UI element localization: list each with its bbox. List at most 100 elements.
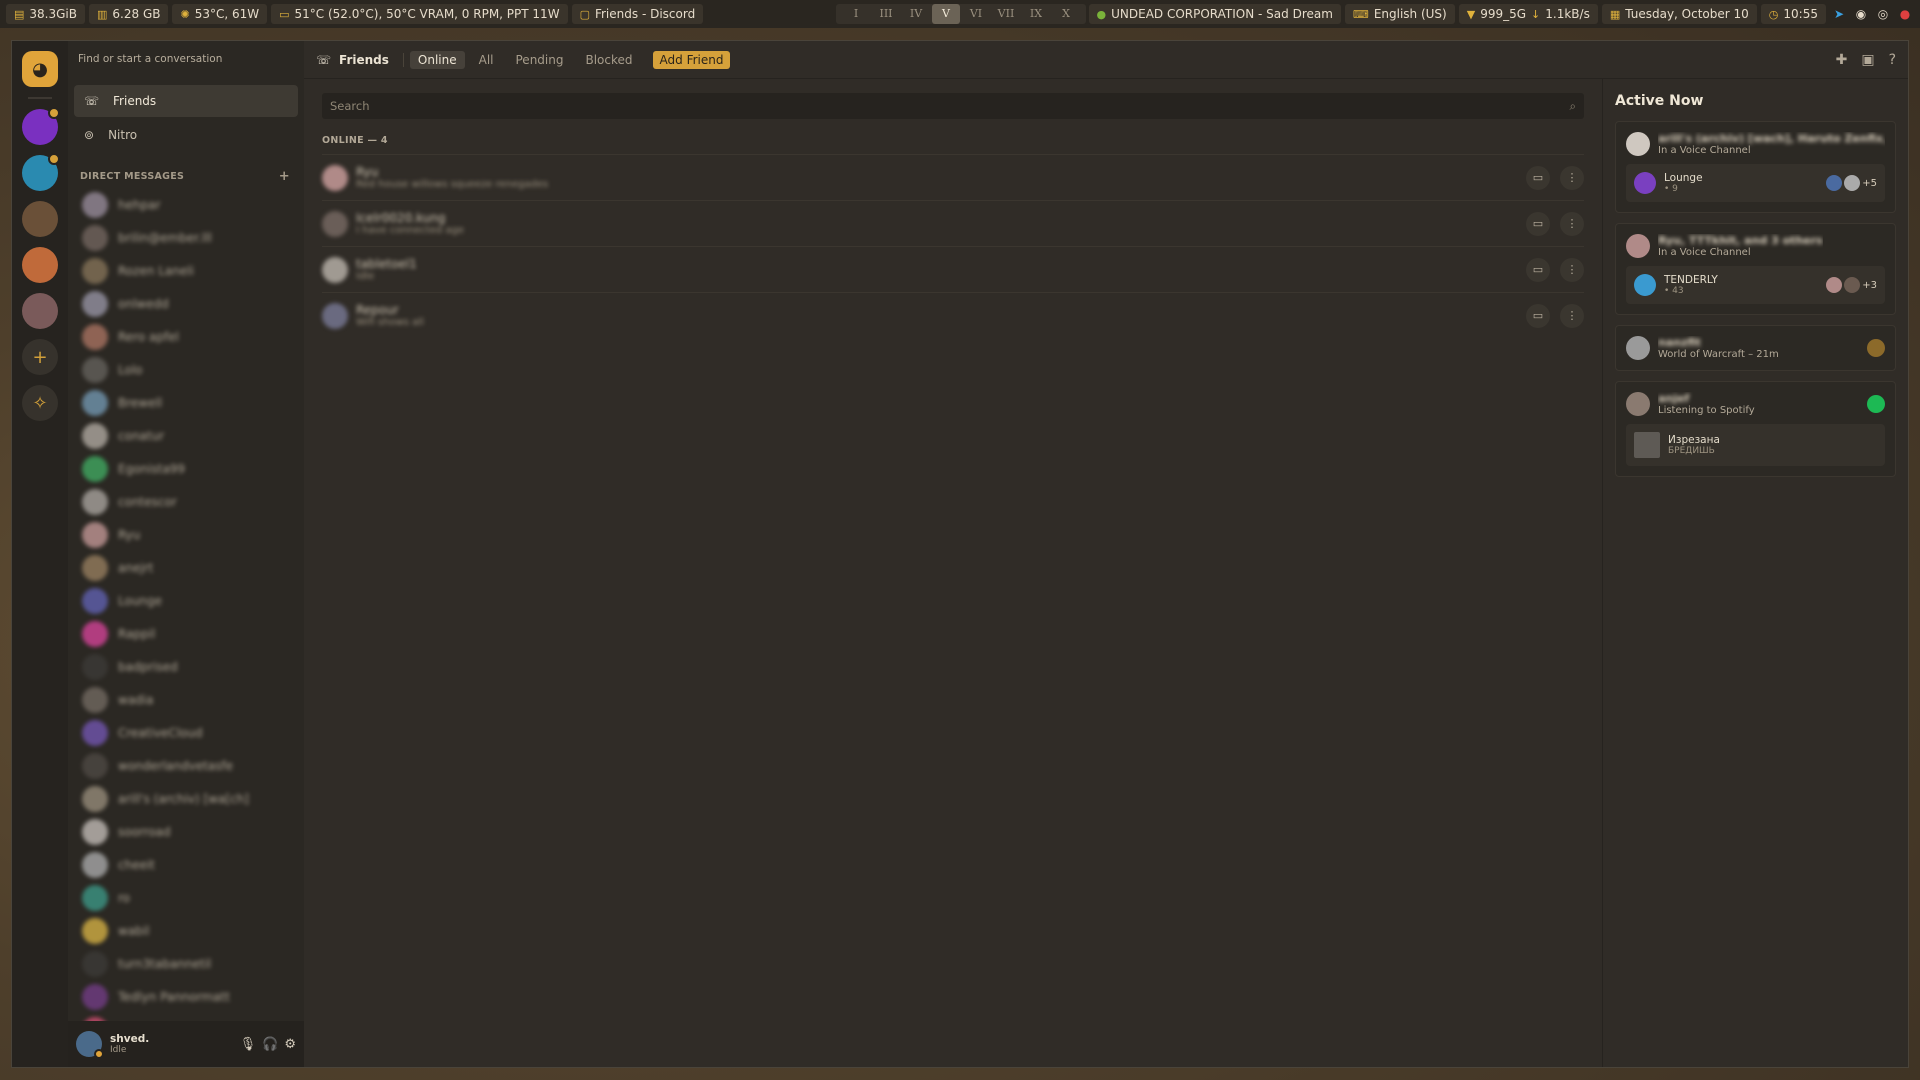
dm-list-item[interactable]: conatur: [74, 419, 298, 452]
message-icon[interactable]: ▭: [1526, 303, 1550, 328]
message-icon[interactable]: ▭: [1526, 211, 1550, 236]
server-folder-icon[interactable]: [22, 293, 58, 329]
dm-list-item[interactable]: CreativeCloud: [74, 716, 298, 749]
settings-gear-icon[interactable]: ⚙: [284, 1037, 296, 1052]
explore-servers-icon[interactable]: ✧: [22, 385, 58, 421]
more-options-icon[interactable]: ⋮: [1560, 165, 1584, 190]
activity-card[interactable]: arill's (archiv) [wach], Haruto Zenfix, …: [1615, 121, 1896, 213]
world-of-warcraft-icon: [1867, 339, 1885, 357]
activity-card[interactable]: nanzfit World of Warcraft – 21m: [1615, 325, 1896, 371]
microphone-icon[interactable]: 🎙: [240, 1037, 257, 1052]
workspace-button[interactable]: IV: [902, 4, 930, 24]
dm-list-item[interactable]: anejrt: [74, 551, 298, 584]
friends-search[interactable]: Search ⌕: [322, 93, 1584, 119]
dm-list-item[interactable]: Thenard000: [74, 1013, 298, 1021]
dm-list-item[interactable]: Egonista99: [74, 452, 298, 485]
create-dm-icon[interactable]: +: [279, 169, 290, 184]
tab-all[interactable]: All: [471, 51, 502, 69]
dm-list-item[interactable]: arill's (archiv) [wa[ch]: [74, 782, 298, 815]
workspace-button[interactable]: III: [872, 4, 900, 24]
conversation-search[interactable]: Find or start a conversation: [68, 41, 304, 79]
help-icon[interactable]: ?: [1889, 52, 1896, 68]
avatar[interactable]: [76, 1031, 104, 1059]
workspace-button-active[interactable]: V: [932, 4, 960, 24]
voice-channel[interactable]: Lounge • 9 +5: [1626, 164, 1885, 202]
server-icon[interactable]: [22, 247, 58, 283]
add-friend-button[interactable]: Add Friend: [652, 50, 731, 69]
keyboard-layout[interactable]: ⌨ English (US): [1344, 4, 1455, 24]
discord-tray-icon[interactable]: ◉: [1852, 4, 1870, 24]
new-group-dm-icon[interactable]: ✚: [1836, 52, 1848, 68]
spotify-track[interactable]: Изрезана БРЕДИШЬ: [1626, 424, 1885, 466]
clock[interactable]: ◷ 10:55: [1760, 4, 1826, 24]
dm-list-item[interactable]: soorroad: [74, 815, 298, 848]
dm-list-item[interactable]: contescor: [74, 485, 298, 518]
avatar: [322, 256, 348, 283]
dm-list-item[interactable]: brilin@ember.lll: [74, 221, 298, 254]
dm-list-item[interactable]: Rappil: [74, 617, 298, 650]
more-options-icon[interactable]: ⋮: [1560, 303, 1584, 328]
message-icon[interactable]: ▭: [1526, 257, 1550, 282]
dm-list-item[interactable]: Lolo: [74, 353, 298, 386]
workspace-button[interactable]: VII: [992, 4, 1020, 24]
more-options-icon[interactable]: ⋮: [1560, 257, 1584, 282]
dm-list-item[interactable]: wabil: [74, 914, 298, 947]
dm-list-item[interactable]: onlwedd: [74, 287, 298, 320]
steam-icon[interactable]: ◎: [1874, 4, 1892, 24]
activity-card[interactable]: anjef Listening to Spotify Изрезана БРЕД…: [1615, 381, 1896, 477]
cpu-indicator[interactable]: ✺ 53°C, 61W: [172, 4, 268, 24]
active-window-title[interactable]: ▢ Friends - Discord: [571, 4, 704, 24]
friend-name: Repour: [356, 303, 399, 317]
headphones-icon[interactable]: 🎧: [262, 1037, 278, 1052]
network-indicator[interactable]: ▼ 999_5G ↓ 1.1kB/s: [1458, 4, 1598, 24]
dm-list-item[interactable]: ro: [74, 881, 298, 914]
dm-list-item[interactable]: cheeit: [74, 848, 298, 881]
discord-home-icon[interactable]: ◕: [22, 51, 58, 87]
avatar: [82, 653, 108, 680]
now-playing[interactable]: ● UNDEAD CORPORATION - Sad Dream: [1088, 4, 1341, 24]
more-options-icon[interactable]: ⋮: [1560, 211, 1584, 236]
app-tray-icon[interactable]: ●: [1896, 4, 1914, 24]
dm-list-item[interactable]: badprised: [74, 650, 298, 683]
friend-row[interactable]: tabletoel1 Idle ▭ ⋮: [322, 246, 1584, 292]
friends-search-input[interactable]: Search: [330, 99, 370, 113]
tab-online[interactable]: Online: [409, 50, 465, 69]
dm-list-item[interactable]: Rozen Laneli: [74, 254, 298, 287]
server-icon[interactable]: [22, 201, 58, 237]
dm-list-item[interactable]: Tedlyn Pannormatt: [74, 980, 298, 1013]
server-icon[interactable]: [22, 107, 60, 145]
username[interactable]: shved.: [110, 1033, 149, 1045]
tab-pending[interactable]: Pending: [508, 51, 572, 69]
voice-channel[interactable]: TENDERLY • 43 +3: [1626, 266, 1885, 304]
dm-list-item[interactable]: Brewell: [74, 386, 298, 419]
dm-list-item[interactable]: turn3tabannetil: [74, 947, 298, 980]
friend-row[interactable]: Repour Wifi shows all ▭ ⋮: [322, 292, 1584, 338]
dm-list-item[interactable]: wonderlandvetasfe: [74, 749, 298, 782]
activity-names: anjef: [1658, 392, 1690, 405]
dm-list-item[interactable]: Lounge: [74, 584, 298, 617]
server-icon[interactable]: [22, 153, 60, 191]
dm-list-item[interactable]: Rero apfel: [74, 320, 298, 353]
add-server-icon[interactable]: +: [22, 339, 58, 375]
tab-blocked[interactable]: Blocked: [577, 51, 640, 69]
date-indicator[interactable]: ▦ Tuesday, October 10: [1601, 4, 1757, 24]
friend-row[interactable]: Ryu Red house willows squeeze renegades ▭ ⋮: [322, 154, 1584, 200]
activity-card[interactable]: Ryu, TTTkhit, and 3 others In a Voice Ch…: [1615, 223, 1896, 315]
message-icon[interactable]: ▭: [1526, 165, 1550, 190]
conversation-search-input[interactable]: Find or start a conversation: [76, 49, 296, 71]
dm-list-item[interactable]: wadia: [74, 683, 298, 716]
workspace-button[interactable]: IX: [1022, 4, 1050, 24]
telegram-icon[interactable]: ➤: [1830, 4, 1848, 24]
inbox-icon[interactable]: ▣: [1861, 52, 1874, 68]
dm-list-item[interactable]: hehpar: [74, 188, 298, 221]
storage-indicator[interactable]: ▥ 6.28 GB: [89, 4, 169, 24]
workspace-button[interactable]: I: [842, 4, 870, 24]
gpu-indicator[interactable]: ▭ 51°C (52.0°C), 50°C VRAM, 0 RPM, PPT 11…: [271, 4, 568, 24]
nav-nitro[interactable]: ⊚ Nitro: [74, 119, 298, 151]
nav-friends[interactable]: ☏ Friends: [74, 85, 298, 117]
workspace-button[interactable]: VI: [962, 4, 990, 24]
dm-list-item[interactable]: Ryu: [74, 518, 298, 551]
workspace-button[interactable]: X: [1052, 4, 1080, 24]
memory-indicator[interactable]: ▤ 38.3GiB: [6, 4, 85, 24]
friend-row[interactable]: Icelr0020.kung I have connected age ▭ ⋮: [322, 200, 1584, 246]
